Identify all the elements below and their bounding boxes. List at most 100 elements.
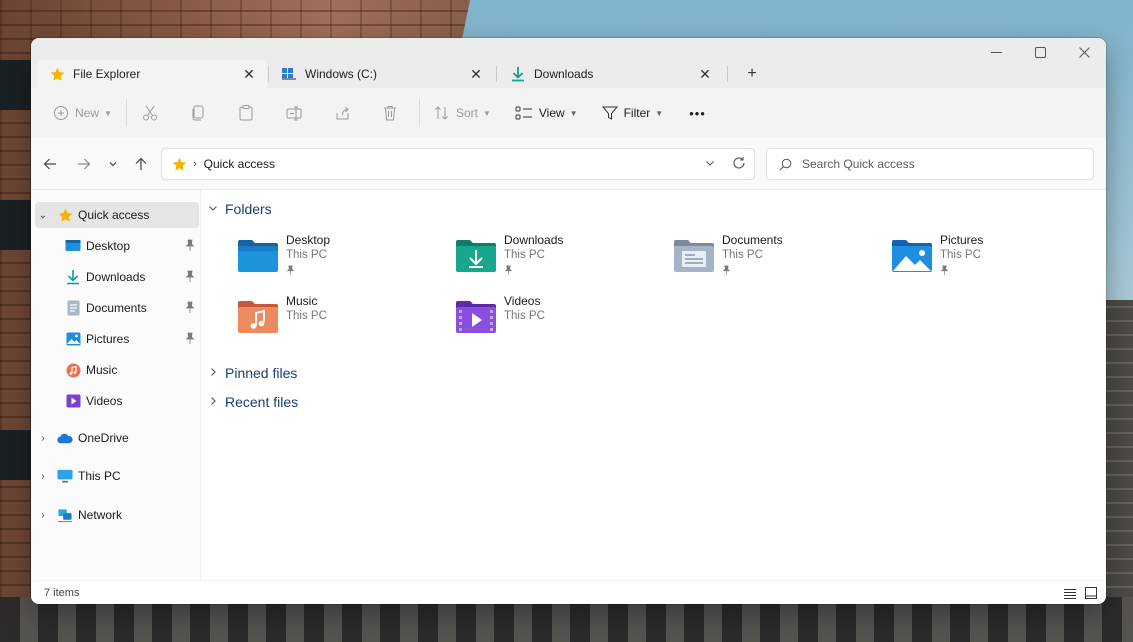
tiles-view-button[interactable] — [1084, 586, 1098, 600]
sidebar-item-label: This PC — [78, 469, 121, 483]
forward-button[interactable] — [73, 153, 95, 175]
close-icon — [1078, 46, 1090, 58]
details-view-button[interactable] — [1063, 586, 1077, 600]
sort-label: Sort — [455, 106, 478, 120]
folder-location: This PC — [286, 249, 327, 261]
refresh-button[interactable] — [732, 156, 746, 173]
folder-documents[interactable]: Documents This PC — [638, 233, 838, 285]
navigation-bar: › Quick access — [31, 138, 1106, 190]
address-bar[interactable]: › Quick access — [161, 148, 755, 180]
breadcrumb-separator[interactable]: › — [193, 158, 197, 170]
search-input[interactable] — [802, 157, 1062, 171]
tab-divider — [496, 66, 497, 82]
arrow-up-icon — [135, 157, 147, 170]
search-box[interactable] — [766, 148, 1094, 180]
folder-desktop[interactable]: Desktop This PC — [202, 233, 402, 285]
see-more-button[interactable]: ••• — [681, 98, 714, 128]
status-bar: 7 items — [31, 580, 1106, 604]
tab-file-explorer[interactable]: File Explorer ✕ — [37, 60, 267, 88]
sidebar-item-videos[interactable]: Videos — [35, 388, 199, 414]
minimize-icon — [990, 51, 1002, 53]
sidebar-item-downloads[interactable]: Downloads — [35, 264, 199, 290]
building-window — [0, 200, 34, 250]
search-icon — [779, 158, 792, 170]
maximize-button[interactable] — [1025, 42, 1055, 62]
chevron-down-icon: ▼ — [655, 108, 664, 118]
folder-location: This PC — [286, 310, 327, 322]
folder-location: This PC — [940, 249, 981, 261]
drive-icon — [281, 66, 297, 82]
arrow-right-icon — [78, 158, 91, 170]
star-icon — [49, 66, 65, 82]
sidebar-item-documents[interactable]: Documents — [35, 295, 199, 321]
close-button[interactable] — [1069, 42, 1099, 62]
tab-downloads[interactable]: Downloads ✕ — [498, 60, 723, 88]
share-icon — [336, 106, 349, 120]
refresh-icon — [733, 157, 745, 169]
close-tab-icon[interactable]: ✕ — [697, 66, 713, 83]
new-button[interactable]: New ▼ — [45, 98, 120, 128]
section-pinned-files[interactable]: Pinned files — [208, 365, 297, 381]
section-recent-files[interactable]: Recent files — [208, 394, 298, 410]
filter-button[interactable]: Filter ▼ — [594, 98, 672, 128]
tab-label: Windows (C:) — [305, 67, 378, 81]
copy-button[interactable] — [181, 98, 215, 128]
sidebar-item-quick-access[interactable]: ⌄ Quick access — [35, 202, 199, 228]
up-button[interactable] — [130, 153, 152, 175]
sort-icon — [435, 106, 448, 120]
sidebar-item-label: Music — [86, 363, 118, 377]
sidebar-item-desktop[interactable]: Desktop — [35, 233, 199, 259]
network-icon — [57, 507, 73, 523]
sidebar-item-label: Quick access — [78, 208, 150, 222]
pictures-folder-icon — [892, 240, 932, 272]
view-button[interactable]: View ▼ — [507, 98, 586, 128]
breadcrumb[interactable]: Quick access — [204, 157, 275, 171]
rename-button[interactable] — [277, 98, 311, 128]
pin-icon — [185, 270, 195, 285]
paste-button[interactable] — [229, 98, 263, 128]
recent-locations-button[interactable] — [102, 153, 124, 175]
view-icon — [515, 106, 532, 120]
sidebar-item-network[interactable]: › Network — [35, 502, 199, 528]
new-tab-button[interactable]: + — [741, 63, 763, 85]
sidebar-item-pictures[interactable]: Pictures — [35, 326, 199, 352]
sidebar-item-music[interactable]: Music — [35, 357, 199, 383]
close-tab-icon[interactable]: ✕ — [241, 66, 257, 83]
share-button[interactable] — [325, 98, 359, 128]
star-icon — [172, 157, 187, 171]
folder-music[interactable]: Music This PC — [202, 294, 402, 346]
chevron-right-icon[interactable]: › — [35, 471, 51, 482]
documents-folder-icon — [674, 240, 714, 272]
new-label: New — [75, 106, 100, 120]
chevron-down-icon — [706, 161, 714, 166]
close-tab-icon[interactable]: ✕ — [468, 66, 484, 83]
chevron-down-icon: ▼ — [482, 108, 491, 118]
address-dropdown-button[interactable] — [704, 157, 716, 172]
building-window — [0, 60, 34, 110]
folder-downloads[interactable]: Downloads This PC — [420, 233, 620, 285]
command-bar: New ▼ Sort ▼ View ▼ Filter ▼ ••• — [31, 88, 1106, 138]
scissors-icon — [142, 105, 157, 121]
section-title: Folders — [225, 201, 272, 217]
sort-button[interactable]: Sort ▼ — [426, 98, 499, 128]
sidebar-item-this-pc[interactable]: › This PC — [35, 463, 199, 489]
cut-button[interactable] — [133, 98, 167, 128]
chevron-down-icon[interactable]: ⌄ — [35, 210, 51, 221]
sidebar-item-onedrive[interactable]: › OneDrive — [35, 425, 199, 451]
chevron-right-icon[interactable]: › — [35, 433, 51, 444]
folder-name: Downloads — [504, 233, 564, 247]
chevron-right-icon[interactable]: › — [35, 510, 51, 521]
folder-pictures[interactable]: Pictures This PC — [856, 233, 1056, 285]
pin-icon — [185, 301, 195, 316]
details-view-icon — [1064, 588, 1076, 599]
minimize-button[interactable] — [981, 42, 1011, 62]
folder-location: This PC — [504, 249, 545, 261]
delete-button[interactable] — [373, 98, 407, 128]
section-folders[interactable]: Folders — [208, 201, 272, 217]
navigation-pane: ⌄ Quick access Desktop Downloads Documen… — [31, 190, 201, 580]
folder-videos[interactable]: Videos This PC — [420, 294, 620, 346]
documents-icon — [65, 300, 81, 316]
back-button[interactable] — [39, 153, 61, 175]
section-title: Pinned files — [225, 365, 298, 381]
tab-windows-c[interactable]: Windows (C:) ✕ — [269, 60, 494, 88]
